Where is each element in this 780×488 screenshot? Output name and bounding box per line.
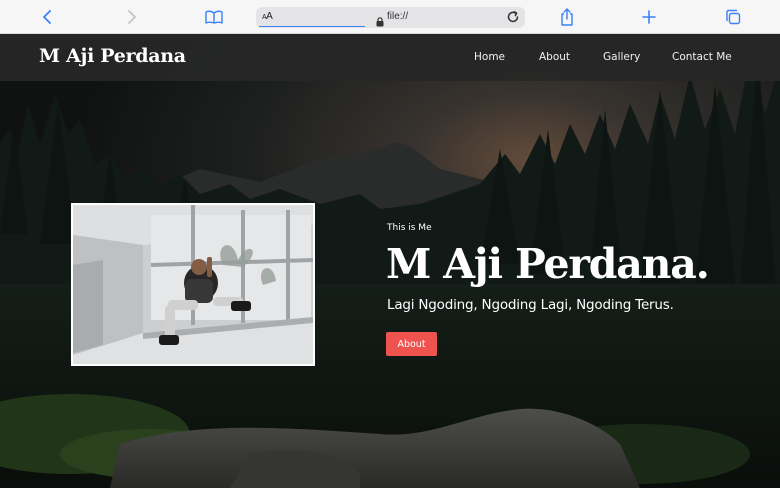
- site-navbar: M Aji Perdana Home About Gallery Contact…: [0, 34, 780, 81]
- site-brand-logo[interactable]: M Aji Perdana: [39, 45, 186, 67]
- profile-photo: [71, 203, 315, 366]
- hero-pretitle: This is Me: [387, 223, 432, 233]
- lock-icon: [376, 12, 384, 31]
- tabs-icon[interactable]: [722, 6, 744, 28]
- new-tab-icon[interactable]: [638, 6, 660, 28]
- page-load-progress: [259, 25, 365, 27]
- back-icon[interactable]: [37, 6, 59, 28]
- browser-toolbar: AA file://: [0, 0, 780, 34]
- nav-link-contact[interactable]: Contact Me: [672, 51, 732, 63]
- bookmarks-icon[interactable]: [203, 6, 225, 28]
- nav-link-home[interactable]: Home: [474, 51, 505, 63]
- hero-subtitle: Lagi Ngoding, Ngoding Lagi, Ngoding Teru…: [387, 297, 674, 313]
- url-text: file://: [387, 11, 409, 22]
- share-icon[interactable]: [556, 6, 578, 28]
- forward-icon[interactable]: [120, 6, 142, 28]
- reload-icon[interactable]: [505, 9, 521, 29]
- about-button[interactable]: About: [386, 332, 437, 356]
- hero-title: M Aji Perdana.: [386, 240, 710, 288]
- reader-aa-button[interactable]: AA: [262, 11, 273, 22]
- address-bar[interactable]: AA file://: [256, 7, 525, 28]
- nav-link-about[interactable]: About: [539, 51, 570, 63]
- nav-link-gallery[interactable]: Gallery: [603, 51, 640, 63]
